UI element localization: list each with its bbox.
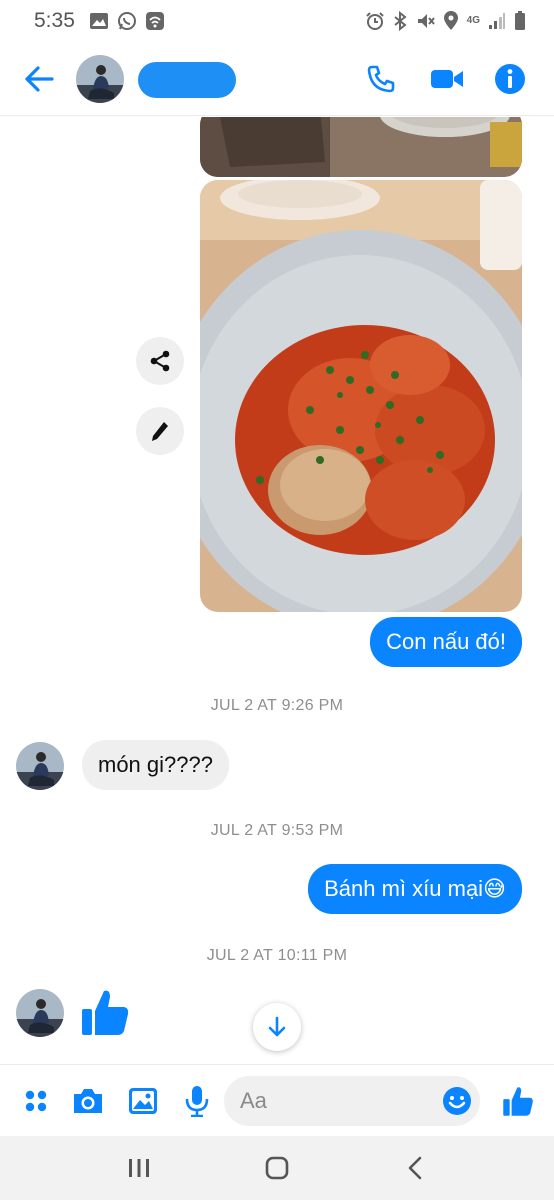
location-icon: [443, 11, 459, 31]
battery-icon: [514, 11, 526, 31]
image-icon: [129, 1088, 157, 1114]
info-icon: [495, 64, 525, 94]
thumbs-up-icon: [82, 990, 129, 1035]
back-button[interactable]: [22, 62, 56, 96]
signal-icon: [488, 12, 506, 30]
camera-icon: [74, 1089, 102, 1113]
pencil-icon: [152, 422, 168, 441]
alarm-icon: [365, 11, 385, 31]
share-button[interactable]: [136, 337, 184, 385]
message-list[interactable]: Con nấu đó! JUL 2 AT 9:26 PM món gi???? …: [0, 117, 554, 1063]
photo-message[interactable]: [200, 117, 522, 177]
emoji-button[interactable]: [442, 1086, 472, 1116]
wifi-calling-icon: [145, 11, 165, 31]
photo-message[interactable]: [200, 180, 522, 612]
message-timestamp: JUL 2 AT 10:11 PM: [206, 947, 348, 964]
outgoing-message[interactable]: Con nấu đó!: [370, 617, 522, 667]
meatballs-photo: [200, 180, 522, 612]
video-call-icon: [431, 70, 463, 88]
like-message[interactable]: [80, 987, 130, 1037]
send-like-button[interactable]: [500, 1083, 536, 1119]
more-actions-button[interactable]: [18, 1083, 54, 1119]
avatar-image: [16, 742, 64, 790]
conversation-info-button[interactable]: [491, 60, 529, 98]
message-input-container: [224, 1076, 480, 1126]
system-back-button[interactable]: [395, 1148, 435, 1188]
message-input[interactable]: [240, 1076, 430, 1126]
back-arrow-icon: [25, 66, 54, 92]
edit-button[interactable]: [136, 407, 184, 455]
status-right: 4G: [365, 11, 526, 31]
share-icon: [150, 350, 170, 372]
home-icon: [265, 1156, 289, 1180]
scroll-to-bottom-button[interactable]: [253, 1003, 301, 1051]
bluetooth-icon: [393, 11, 407, 31]
image-notification-icon: [89, 12, 109, 30]
outgoing-message[interactable]: Bánh mì xíu mại😅: [308, 864, 522, 914]
recents-icon: [129, 1159, 149, 1177]
status-time: 5:35: [34, 9, 75, 32]
message-composer: [0, 1064, 554, 1136]
voice-message-button[interactable]: [179, 1083, 215, 1119]
system-navigation-bar: [0, 1136, 554, 1200]
network-type-label: 4G: [466, 15, 480, 26]
network-type: 4G: [467, 16, 480, 26]
contact-avatar[interactable]: [76, 55, 124, 103]
food-photo-partial: [200, 117, 522, 177]
incoming-message[interactable]: món gi????: [82, 740, 229, 790]
four-dots-icon: [25, 1090, 47, 1112]
status-bar: 5:35 4G: [0, 0, 554, 42]
thumbs-up-icon: [503, 1087, 533, 1116]
gallery-button[interactable]: [125, 1083, 161, 1119]
message-timestamp: JUL 2 AT 9:53 PM: [210, 822, 344, 839]
mute-icon: [415, 11, 435, 31]
microphone-icon: [185, 1086, 209, 1117]
conversation-header: [0, 42, 554, 116]
recent-apps-button[interactable]: [119, 1148, 159, 1188]
arrow-down-icon: [268, 1016, 286, 1037]
smiley-icon: [443, 1087, 471, 1115]
avatar-image: [16, 989, 64, 1037]
status-left: 5:35: [34, 9, 165, 33]
chevron-left-icon: [408, 1156, 422, 1180]
audio-call-button[interactable]: [362, 60, 400, 98]
whatsapp-icon: [117, 11, 137, 31]
avatar-image: [76, 55, 124, 103]
video-call-button[interactable]: [428, 60, 466, 98]
sender-avatar[interactable]: [16, 989, 64, 1037]
home-button[interactable]: [257, 1148, 297, 1188]
message-timestamp: JUL 2 AT 9:26 PM: [210, 697, 344, 714]
phone-icon: [367, 65, 395, 93]
messenger-screen: 5:35 4G Con nấu đó! JUL 2 AT 9:26 PM món…: [0, 0, 554, 1200]
camera-button[interactable]: [70, 1083, 106, 1119]
contact-name[interactable]: [138, 62, 236, 98]
sender-avatar[interactable]: [16, 742, 64, 790]
